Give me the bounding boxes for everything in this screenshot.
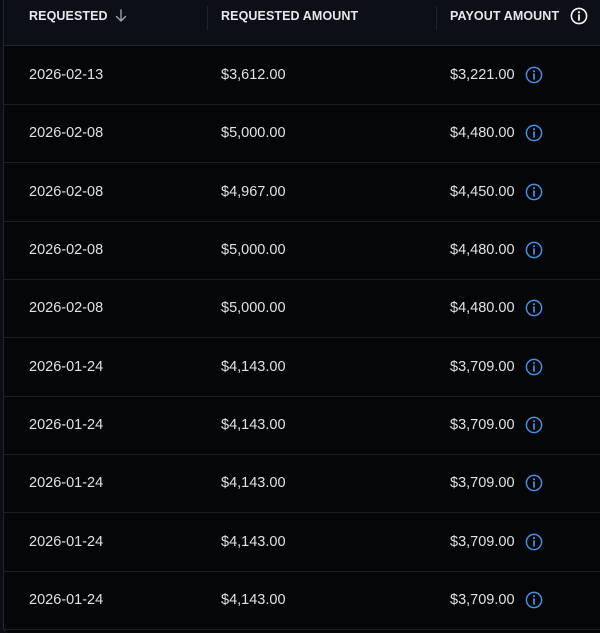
requested-amount-cell: $4,143.00 xyxy=(221,533,286,550)
requested-amount-cell: $4,143.00 xyxy=(221,592,286,609)
info-circle-icon[interactable] xyxy=(525,183,543,201)
table-row: 2026-01-24 $4,143.00 $3,709.00 xyxy=(4,454,600,514)
requested-amount-cell: $3,612.00 xyxy=(221,67,286,83)
info-circle-icon[interactable] xyxy=(525,533,543,551)
info-circle-icon[interactable] xyxy=(525,66,543,84)
payout-amount-value: $3,709.00 xyxy=(450,417,515,434)
column-header-payout-amount-label: PAYOUT AMOUNT xyxy=(450,9,560,23)
requested-date-cell: 2026-01-24 xyxy=(29,475,104,492)
requested-date-cell: 2026-02-08 xyxy=(29,183,104,200)
column-divider xyxy=(436,6,437,30)
requested-amount-cell: $4,143.00 xyxy=(221,475,286,492)
column-header-requested[interactable]: REQUESTED xyxy=(29,0,127,32)
payout-amount-value: $3,709.00 xyxy=(450,475,515,492)
payout-amount-value: $4,480.00 xyxy=(450,300,515,317)
payout-amount-value: $3,709.00 xyxy=(450,592,515,609)
info-circle-icon[interactable] xyxy=(525,474,543,492)
requested-amount-cell: $4,967.00 xyxy=(221,183,286,200)
table-row: 2026-02-08 $4,967.00 $4,450.00 xyxy=(4,163,600,222)
requested-date-cell: 2026-02-08 xyxy=(29,125,104,142)
table-row: 2026-01-24 $4,143.00 $3,709.00 xyxy=(4,513,600,572)
info-circle-icon[interactable] xyxy=(525,591,543,609)
payout-amount-cell: $3,221.00 xyxy=(450,46,543,104)
payout-amount-cell: $4,480.00 xyxy=(450,221,543,279)
info-circle-icon[interactable] xyxy=(525,358,543,376)
table-row: 2026-02-13 $3,612.00 $3,221.00 xyxy=(4,46,600,105)
payout-amount-value: $4,450.00 xyxy=(450,183,515,200)
payouts-table: REQUESTED REQUESTED AMOUNT PAYOUT AMOUNT… xyxy=(3,0,600,633)
payout-amount-value: $3,709.00 xyxy=(450,533,515,550)
payout-amount-cell: $3,709.00 xyxy=(450,513,543,571)
table-row: 2026-01-24 $4,143.00 $3,709.00 xyxy=(4,571,600,631)
requested-date-cell: 2026-01-24 xyxy=(29,592,104,609)
requested-amount-cell: $5,000.00 xyxy=(221,300,286,317)
table-row: 2026-02-08 $5,000.00 $4,480.00 xyxy=(4,104,600,164)
payout-amount-cell: $3,709.00 xyxy=(450,571,543,629)
payout-amount-cell: $3,709.00 xyxy=(450,454,543,512)
table-row: 2026-02-08 $5,000.00 $4,480.00 xyxy=(4,221,600,281)
payout-amount-value: $3,709.00 xyxy=(450,358,515,375)
requested-date-cell: 2026-01-24 xyxy=(29,417,104,434)
info-circle-icon[interactable] xyxy=(570,7,588,25)
info-circle-icon[interactable] xyxy=(525,124,543,142)
info-circle-icon[interactable] xyxy=(525,416,543,434)
requested-amount-cell: $5,000.00 xyxy=(221,125,286,142)
table-row: 2026-02-08 $5,000.00 $4,480.00 xyxy=(4,279,600,339)
payout-amount-cell: $4,480.00 xyxy=(450,279,543,337)
arrow-down-icon[interactable] xyxy=(115,9,127,23)
requested-amount-cell: $4,143.00 xyxy=(221,417,286,434)
requested-date-cell: 2026-02-08 xyxy=(29,300,104,317)
info-circle-icon[interactable] xyxy=(525,241,543,259)
requested-date-cell: 2026-01-24 xyxy=(29,533,104,550)
payout-amount-cell: $4,450.00 xyxy=(450,163,543,221)
column-divider xyxy=(207,6,208,30)
table-row: 2026-01-24 $4,143.00 $3,709.00 xyxy=(4,396,600,456)
payout-amount-cell: $3,709.00 xyxy=(450,396,543,454)
info-circle-icon[interactable] xyxy=(525,299,543,317)
column-header-requested-amount-label: REQUESTED AMOUNT xyxy=(221,9,359,23)
requested-date-cell: 2026-02-13 xyxy=(29,67,104,83)
payout-amount-value: $4,480.00 xyxy=(450,242,515,259)
payout-amount-cell: $4,480.00 xyxy=(450,104,543,162)
requested-date-cell: 2026-01-24 xyxy=(29,358,104,375)
payout-amount-value: $3,221.00 xyxy=(450,67,515,83)
column-header-requested-amount[interactable]: REQUESTED AMOUNT xyxy=(221,0,358,32)
table-row: 2026-01-24 $4,143.00 $3,709.00 xyxy=(4,338,600,397)
payout-amount-cell: $3,709.00 xyxy=(450,338,543,396)
requested-amount-cell: $5,000.00 xyxy=(221,242,286,259)
payout-amount-value: $4,480.00 xyxy=(450,125,515,142)
requested-amount-cell: $4,143.00 xyxy=(221,358,286,375)
column-header-requested-label: REQUESTED xyxy=(29,9,108,23)
column-header-payout-amount[interactable]: PAYOUT AMOUNT xyxy=(450,0,588,32)
requested-date-cell: 2026-02-08 xyxy=(29,242,104,259)
table-header: REQUESTED REQUESTED AMOUNT PAYOUT AMOUNT xyxy=(4,0,600,46)
